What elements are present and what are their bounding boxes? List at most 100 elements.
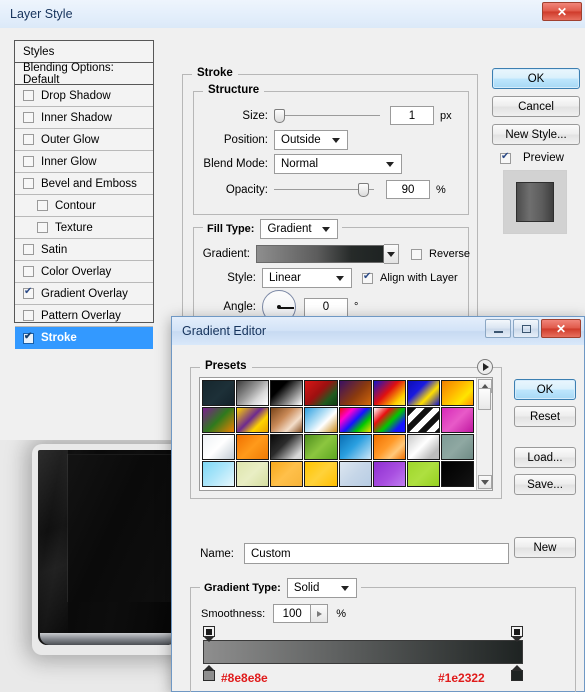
sidebar-item-satin[interactable]: Satin <box>15 239 153 261</box>
name-input[interactable]: Custom <box>244 543 509 564</box>
preset-swatch[interactable] <box>372 380 406 406</box>
smoothness-stepper[interactable] <box>311 604 329 623</box>
preset-swatch[interactable] <box>372 434 406 460</box>
styles-list-header[interactable]: Styles <box>15 41 153 63</box>
presets-scrollbar[interactable] <box>476 378 492 490</box>
preset-swatch[interactable] <box>440 434 474 460</box>
close-icon[interactable]: ✕ <box>542 2 582 21</box>
checkbox-outer-glow[interactable] <box>23 134 34 145</box>
checkbox-contour[interactable] <box>37 200 48 211</box>
sidebar-item-stroke[interactable]: Stroke <box>15 327 153 349</box>
checkbox-align-with-layer[interactable] <box>362 271 373 284</box>
sidebar-item-color-overlay[interactable]: Color Overlay <box>15 261 153 283</box>
presets-box[interactable] <box>199 377 493 491</box>
size-slider[interactable] <box>274 108 380 124</box>
preset-swatch[interactable] <box>202 434 236 460</box>
checkbox-gradient-overlay[interactable] <box>23 286 34 299</box>
ok-button[interactable]: OK <box>492 68 580 89</box>
sidebar-item-drop-shadow[interactable]: Drop Shadow <box>15 85 153 107</box>
checkbox-satin[interactable] <box>23 244 34 255</box>
sidebar-item-contour[interactable]: Contour <box>15 195 153 217</box>
sidebar-item-bevel-and-emboss[interactable]: Bevel and Emboss <box>15 173 153 195</box>
gradient-picker-button[interactable] <box>384 244 400 264</box>
preset-swatch[interactable] <box>304 434 338 460</box>
sidebar-item-inner-shadow[interactable]: Inner Shadow <box>15 107 153 129</box>
preset-swatch[interactable] <box>236 380 270 406</box>
preset-swatch[interactable] <box>202 461 236 487</box>
checkbox-texture[interactable] <box>37 222 48 233</box>
preset-swatch[interactable] <box>338 461 372 487</box>
preset-swatch[interactable] <box>202 380 236 406</box>
color-stop-start[interactable] <box>203 665 215 681</box>
layer-style-titlebar[interactable]: Layer Style ✕ <box>0 0 585 28</box>
sidebar-item-inner-glow[interactable]: Inner Glow <box>15 151 153 173</box>
close-icon[interactable]: ✕ <box>541 319 581 338</box>
sidebar-item-texture[interactable]: Texture <box>15 217 153 239</box>
checkbox-bevel-and-emboss[interactable] <box>23 178 34 189</box>
minimize-icon[interactable] <box>485 319 511 338</box>
new-style-button[interactable]: New Style... <box>492 124 580 145</box>
preset-swatch[interactable] <box>236 434 270 460</box>
checkbox-drop-shadow[interactable] <box>23 90 34 101</box>
preset-swatch[interactable] <box>304 461 338 487</box>
opacity-stop-end[interactable] <box>511 626 523 642</box>
preset-swatch[interactable] <box>236 461 270 487</box>
preset-swatch[interactable] <box>406 380 440 406</box>
size-slider-knob[interactable] <box>274 108 285 123</box>
checkbox-color-overlay[interactable] <box>23 266 34 277</box>
gradient-editor-titlebar[interactable]: Gradient Editor ✕ <box>172 317 584 345</box>
position-select[interactable]: Outside <box>274 130 348 150</box>
gradient-type-select[interactable]: Solid <box>286 578 357 598</box>
checkbox-preview[interactable] <box>500 151 511 164</box>
blend-mode-select[interactable]: Normal <box>274 154 402 174</box>
preset-swatch[interactable] <box>338 407 372 433</box>
preset-swatch-grid[interactable] <box>200 378 476 490</box>
cancel-button[interactable]: Cancel <box>492 96 580 117</box>
preset-swatch[interactable] <box>440 461 474 487</box>
preset-swatch[interactable] <box>338 434 372 460</box>
angle-input[interactable]: 0 <box>304 297 348 317</box>
smoothness-input[interactable]: 100 <box>273 604 312 623</box>
gradient-preview-bar[interactable] <box>256 245 385 263</box>
sidebar-item-pattern-overlay[interactable]: Pattern Overlay <box>15 305 153 327</box>
preset-swatch[interactable] <box>236 407 270 433</box>
load-button[interactable]: Load... <box>514 447 576 468</box>
opacity-stop-start[interactable] <box>203 626 215 642</box>
gradient-strip[interactable] <box>203 640 523 664</box>
preset-swatch[interactable] <box>270 407 304 433</box>
ok-button[interactable]: OK <box>514 379 576 400</box>
new-button[interactable]: New <box>514 537 576 558</box>
checkbox-stroke[interactable] <box>23 331 34 344</box>
preset-swatch[interactable] <box>406 407 440 433</box>
preset-swatch[interactable] <box>440 407 474 433</box>
save-button[interactable]: Save... <box>514 474 576 495</box>
fill-type-select[interactable]: Gradient <box>260 219 339 239</box>
preset-swatch[interactable] <box>440 380 474 406</box>
preset-swatch[interactable] <box>202 407 236 433</box>
checkbox-inner-shadow[interactable] <box>23 112 34 123</box>
opacity-input[interactable]: 90 <box>386 180 430 199</box>
preview-row[interactable]: Preview <box>500 151 580 164</box>
color-stop-end[interactable] <box>511 665 523 681</box>
preset-swatch[interactable] <box>270 461 304 487</box>
sidebar-item-gradient-overlay[interactable]: Gradient Overlay <box>15 283 153 305</box>
presets-menu-icon[interactable] <box>477 359 493 375</box>
opacity-slider-knob[interactable] <box>358 182 369 197</box>
preset-swatch[interactable] <box>304 407 338 433</box>
checkbox-reverse[interactable] <box>411 248 423 260</box>
preset-swatch[interactable] <box>372 407 406 433</box>
preset-swatch[interactable] <box>304 380 338 406</box>
preset-swatch[interactable] <box>338 380 372 406</box>
preset-swatch[interactable] <box>406 434 440 460</box>
opacity-slider[interactable] <box>274 182 374 198</box>
preset-swatch[interactable] <box>406 461 440 487</box>
maximize-icon[interactable] <box>513 319 539 338</box>
preset-swatch[interactable] <box>270 380 304 406</box>
checkbox-pattern-overlay[interactable] <box>23 310 34 321</box>
size-input[interactable]: 1 <box>390 106 434 125</box>
style-select[interactable]: Linear <box>262 268 352 288</box>
reset-button[interactable]: Reset <box>514 406 576 427</box>
preset-swatch[interactable] <box>270 434 304 460</box>
sidebar-item-outer-glow[interactable]: Outer Glow <box>15 129 153 151</box>
styles-list[interactable]: Styles Blending Options: Default Drop Sh… <box>14 40 154 349</box>
